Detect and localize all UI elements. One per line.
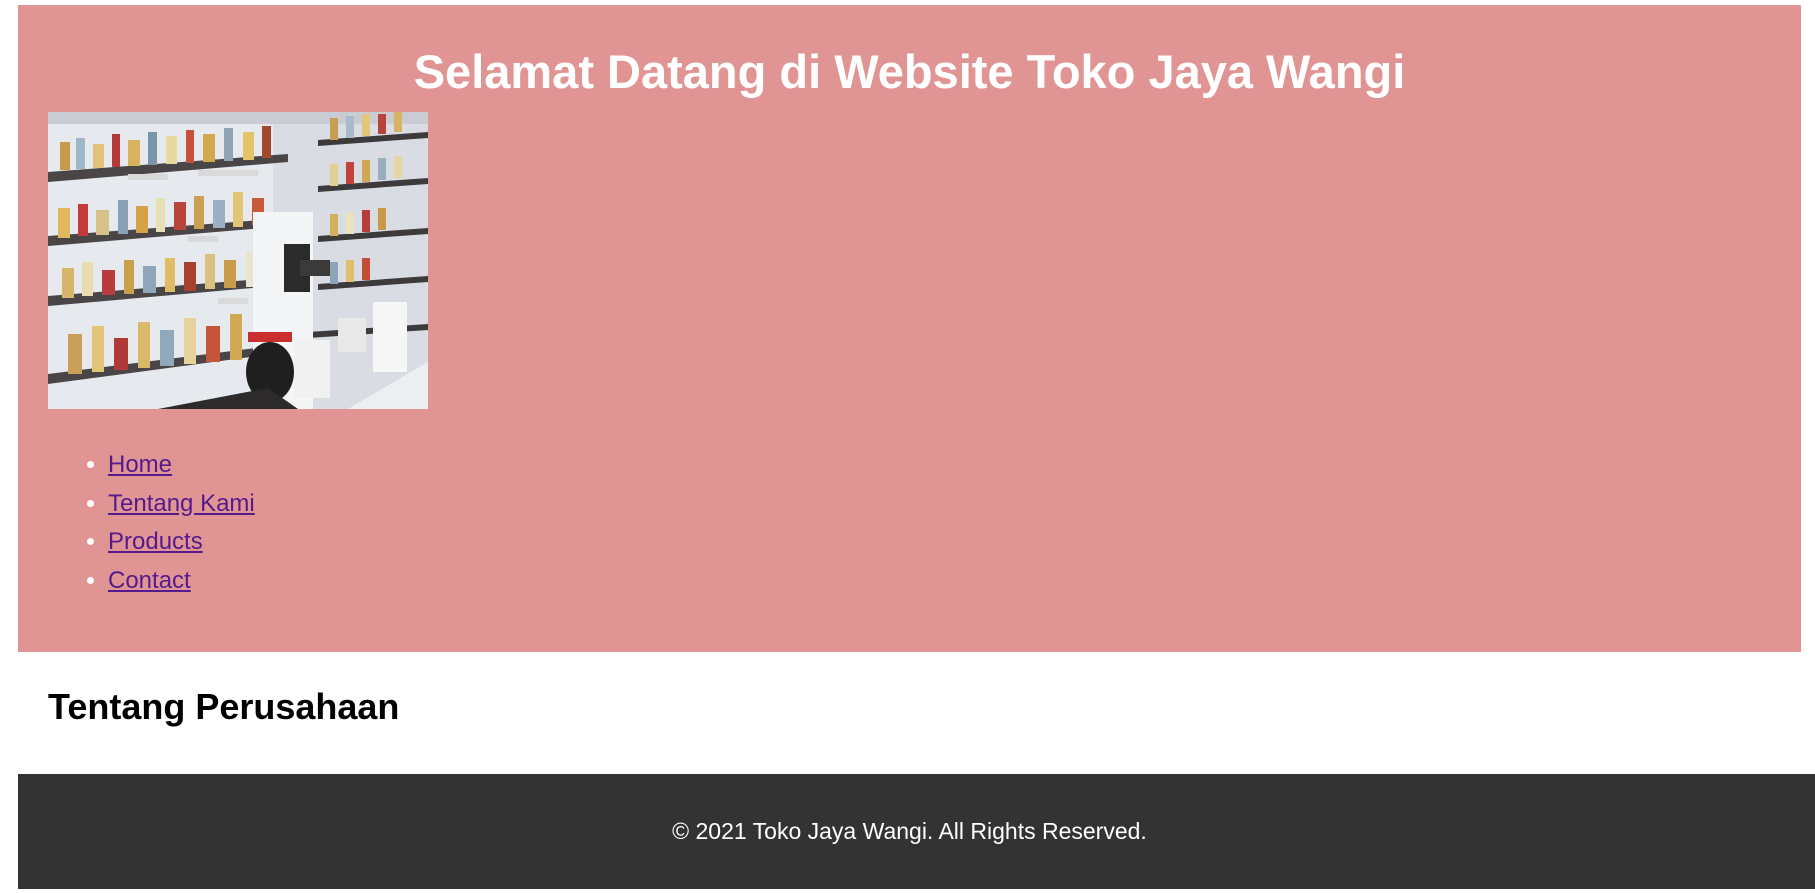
footer-copyright: © 2021 Toko Jaya Wangi. All Rights Reser… [672,818,1147,844]
bullet-icon [87,538,94,545]
main-nav: Home Tentang Kami Products Contact [18,450,255,604]
site-title: Selamat Datang di Website Toko Jaya Wang… [413,45,1406,98]
bullet-icon [87,576,94,584]
page: Selamat Datang di Website Toko Jaya Wang… [0,0,1815,893]
nav-link-products[interactable]: Products [108,528,203,555]
nav-link-home[interactable]: Home [108,451,172,478]
nav-list: Home Tentang Kami Products Contact [18,450,255,604]
nav-item-contact: Contact [18,566,255,605]
nav-item-products: Products [18,527,255,566]
hero-image [48,112,428,409]
nav-link-tentang-kami[interactable]: Tentang Kami [108,490,255,517]
nav-item-tentang-kami: Tentang Kami [18,489,255,528]
nav-link-contact[interactable]: Contact [108,567,191,594]
nav-item-home: Home [18,450,255,489]
bullet-icon [87,499,94,507]
bullet-icon [87,461,94,468]
section-title-about: Tentang Perusahaan [48,686,400,727]
site-footer: © 2021 Toko Jaya Wangi. All Rights Reser… [18,774,1815,889]
site-header: Selamat Datang di Website Toko Jaya Wang… [18,5,1801,652]
